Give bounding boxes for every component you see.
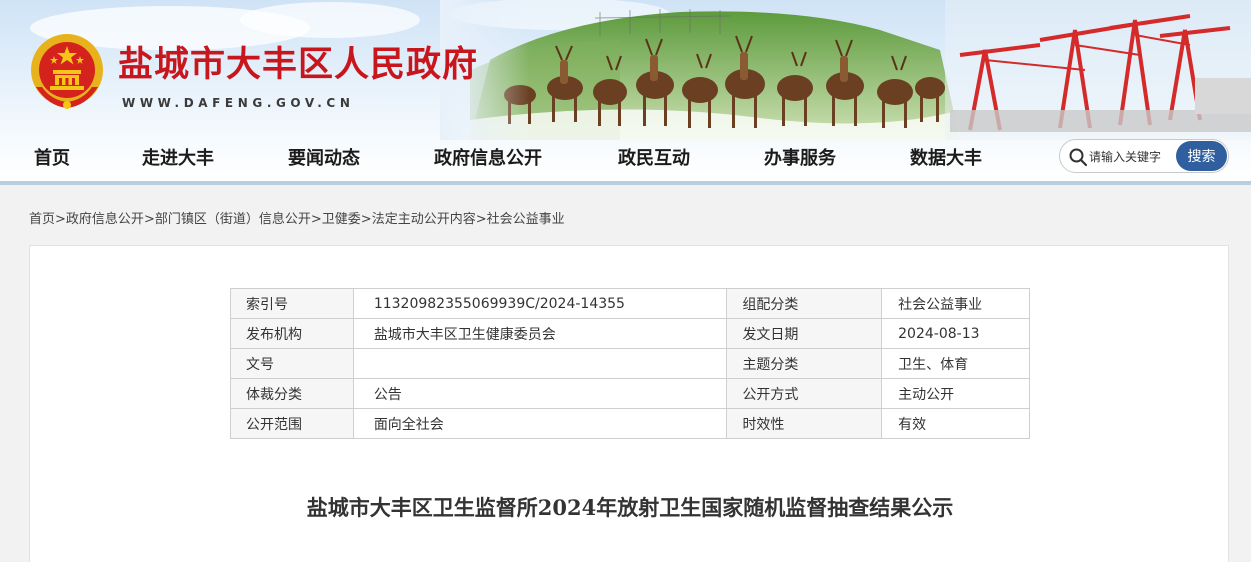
breadcrumb: 首页>政府信息公开>部门镇区（街道）信息公开>卫健委>法定主动公开内容>社会公益… (29, 208, 565, 227)
meta-value: 公告 (352, 378, 728, 409)
breadcrumb-item-public-welfare[interactable]: 社会公益事业 (487, 212, 565, 227)
site-title[interactable]: 盐城市大丰区人民政府 (118, 36, 478, 87)
nav-item-services[interactable]: 办事服务 (764, 144, 836, 170)
meta-value: 卫生、体育 (881, 348, 1030, 379)
nav-item-interaction[interactable]: 政民互动 (618, 144, 690, 170)
meta-value: 有效 (881, 408, 1030, 439)
breadcrumb-separator: > (55, 212, 66, 227)
nav-item-gov-info[interactable]: 政府信息公开 (434, 144, 542, 170)
breadcrumb-separator: > (360, 212, 372, 227)
nav-item-news[interactable]: 要闻动态 (288, 144, 360, 170)
meta-label: 文号 (230, 348, 354, 379)
meta-value: 11320982355069939C/2024-14355 (352, 288, 728, 319)
breadcrumb-separator: > (475, 212, 487, 227)
table-row: 文号 主题分类 卫生、体育 (230, 348, 1030, 379)
meta-value (352, 348, 728, 379)
meta-label: 公开方式 (726, 378, 883, 409)
breadcrumb-item-statutory[interactable]: 法定主动公开内容 (372, 212, 476, 227)
article-title: 盐城市大丰区卫生监督所2024年放射卫生国家随机监督抽查结果公示 (306, 495, 954, 520)
national-emblem-icon (31, 34, 103, 109)
search-input[interactable] (1089, 147, 1179, 167)
meta-value: 2024-08-13 (881, 318, 1030, 349)
breadcrumb-item-home[interactable]: 首页 (29, 212, 55, 227)
breadcrumb-separator: > (310, 212, 322, 227)
document-meta-table: 索引号 11320982355069939C/2024-14355 组配分类 社… (230, 288, 1030, 439)
content-panel: 索引号 11320982355069939C/2024-14355 组配分类 社… (29, 245, 1229, 562)
table-row: 索引号 11320982355069939C/2024-14355 组配分类 社… (230, 288, 1030, 319)
meta-value: 盐城市大丰区卫生健康委员会 (352, 318, 728, 349)
page: 盐城市大丰区人民政府 WWW.DAFENG.GOV.CN 首页 走进大丰 要闻动… (0, 0, 1251, 562)
meta-label: 体裁分类 (230, 378, 354, 409)
meta-label: 主题分类 (726, 348, 883, 379)
breadcrumb-item-gov-info[interactable]: 政府信息公开 (66, 212, 144, 227)
site-domain: WWW.DAFENG.GOV.CN (122, 96, 355, 110)
table-row: 公开范围 面向全社会 时效性 有效 (230, 408, 1030, 439)
search-button[interactable]: 搜索 (1176, 141, 1227, 171)
nav-divider (0, 181, 1251, 185)
meta-label: 发文日期 (726, 318, 883, 349)
table-row: 发布机构 盐城市大丰区卫生健康委员会 发文日期 2024-08-13 (230, 318, 1030, 349)
search-icon (1069, 148, 1088, 167)
meta-value: 主动公开 (881, 378, 1030, 409)
nav-item-about[interactable]: 走进大丰 (142, 144, 214, 170)
breadcrumb-item-departments[interactable]: 部门镇区（街道）信息公开 (155, 212, 311, 227)
meta-label: 发布机构 (230, 318, 354, 349)
meta-label: 组配分类 (726, 288, 883, 319)
nav-item-home[interactable]: 首页 (34, 144, 70, 170)
search-box: 搜索 (1059, 139, 1229, 173)
table-row: 体裁分类 公告 公开方式 主动公开 (230, 378, 1030, 409)
meta-label: 时效性 (726, 408, 883, 439)
breadcrumb-item-health-commission[interactable]: 卫健委 (322, 212, 361, 227)
meta-label: 公开范围 (230, 408, 354, 439)
meta-label: 索引号 (230, 288, 354, 319)
meta-value: 社会公益事业 (881, 288, 1030, 319)
nav-item-data[interactable]: 数据大丰 (910, 144, 982, 170)
breadcrumb-separator: > (143, 212, 155, 227)
meta-value: 面向全社会 (352, 408, 728, 439)
